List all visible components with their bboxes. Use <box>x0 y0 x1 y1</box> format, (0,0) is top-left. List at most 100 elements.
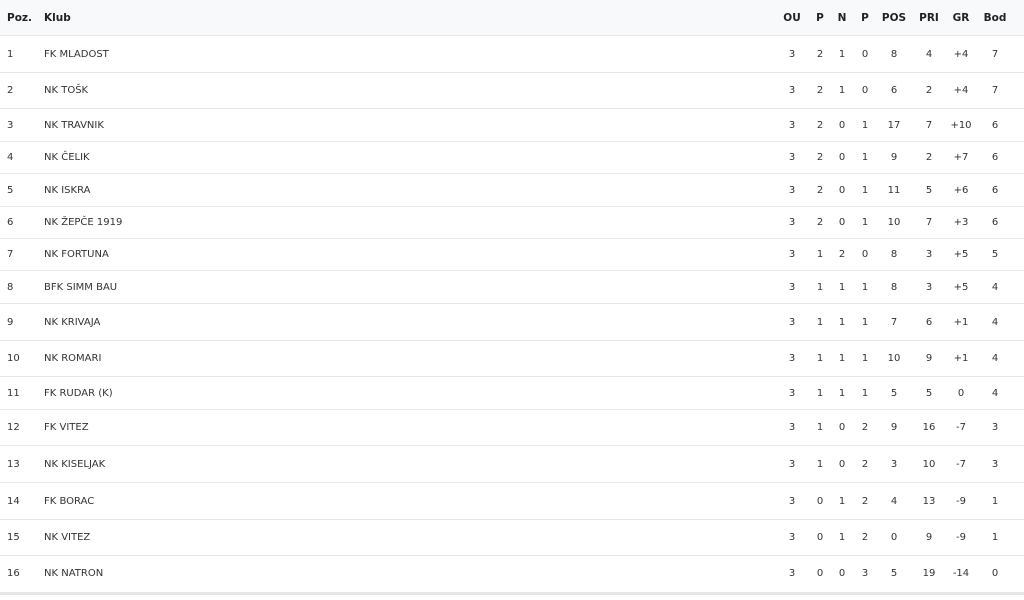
row-goals-for: 8 <box>890 281 898 293</box>
row-goals-for: 0 <box>890 532 898 543</box>
header-played[interactable]: OU <box>777 0 807 35</box>
row-club-name[interactable]: NK VITEZ <box>44 520 90 555</box>
row-club-name[interactable]: NK TRAVNIK <box>44 109 104 141</box>
row-position: 2 <box>7 85 14 96</box>
table-row[interactable]: 6 NK ŽEPČE 1919 3 2 0 1 10 7 +3 6 <box>0 207 1024 239</box>
row-goals-against: 3 <box>925 249 933 260</box>
row-goal-difference: -9 <box>956 495 966 507</box>
row-goals-against: 10 <box>922 458 936 470</box>
row-club-name[interactable]: FK MLADOST <box>44 36 109 72</box>
row-points: 6 <box>991 152 999 163</box>
row-goals-for: 9 <box>890 422 898 433</box>
row-club-name[interactable]: NK NATRON <box>44 556 103 590</box>
row-goal-difference: +4 <box>953 85 969 96</box>
row-goals-against: 9 <box>925 353 933 364</box>
row-goal-difference: +6 <box>953 184 969 196</box>
header-losses[interactable]: P <box>850 0 880 35</box>
table-row[interactable]: 7 NK FORTUNA 3 1 2 0 8 3 +5 5 <box>0 239 1024 271</box>
row-goals-against: 2 <box>925 152 933 163</box>
row-losses: 1 <box>861 119 869 131</box>
row-goals-against: 3 <box>925 281 933 293</box>
row-position: 1 <box>7 48 14 60</box>
row-position: 13 <box>7 458 20 470</box>
row-position: 3 <box>7 119 14 131</box>
header-position[interactable]: Poz. <box>7 0 32 35</box>
row-points: 7 <box>991 48 999 60</box>
row-points: 5 <box>991 249 999 260</box>
row-goals-against: 9 <box>925 532 933 543</box>
row-position: 7 <box>7 249 14 260</box>
row-played: 3 <box>788 249 796 260</box>
table-row[interactable]: 14 FK BORAC 3 0 1 2 4 13 -9 1 <box>0 483 1024 520</box>
row-losses: 1 <box>861 316 869 328</box>
table-header: Poz. Klub OU P N P POS PRI GR Bod <box>0 0 1024 36</box>
row-played: 3 <box>788 458 796 470</box>
row-club-name[interactable]: NK ROMARI <box>44 341 101 376</box>
row-losses: 2 <box>861 495 869 507</box>
row-goal-difference: -7 <box>956 458 966 470</box>
row-goals-against: 2 <box>925 85 933 96</box>
row-club-name[interactable]: NK ŽEPČE 1919 <box>44 207 122 238</box>
row-losses: 0 <box>861 249 869 260</box>
table-row[interactable]: 4 NK ČELIK 3 2 0 1 9 2 +7 6 <box>0 142 1024 174</box>
row-goal-difference: +10 <box>950 119 972 131</box>
row-club-name[interactable]: FK RUDAR (K) <box>44 377 113 409</box>
table-row[interactable]: 12 FK VITEZ 3 1 0 2 9 16 -7 3 <box>0 410 1024 446</box>
table-row[interactable]: 5 NK ISKRA 3 2 0 1 11 5 +6 6 <box>0 174 1024 207</box>
row-played: 3 <box>788 85 796 96</box>
row-club-name[interactable]: FK VITEZ <box>44 410 89 445</box>
row-points: 3 <box>991 458 999 470</box>
table-row[interactable]: 3 NK TRAVNIK 3 2 0 1 17 7 +10 6 <box>0 109 1024 142</box>
row-played: 3 <box>788 119 796 131</box>
row-goals-against: 5 <box>925 184 933 196</box>
table-row[interactable]: 15 NK VITEZ 3 0 1 2 0 9 -9 1 <box>0 520 1024 556</box>
header-points[interactable]: Bod <box>980 0 1010 35</box>
row-goals-for: 5 <box>890 387 898 399</box>
header-goals-for[interactable]: POS <box>879 0 909 35</box>
row-goals-for: 3 <box>890 458 898 470</box>
header-goal-difference[interactable]: GR <box>946 0 976 35</box>
header-goals-against[interactable]: PRI <box>914 0 944 35</box>
row-goals-for: 17 <box>887 119 901 131</box>
row-played: 3 <box>788 495 796 507</box>
row-goals-for: 10 <box>887 217 901 228</box>
row-losses: 1 <box>861 152 869 163</box>
table-row[interactable]: 9 NK KRIVAJA 3 1 1 1 7 6 +1 4 <box>0 304 1024 341</box>
row-position: 10 <box>7 353 20 364</box>
row-goal-difference: -9 <box>956 532 966 543</box>
row-club-name[interactable]: NK KRIVAJA <box>44 304 100 340</box>
row-position: 9 <box>7 316 14 328</box>
table-row[interactable]: 16 NK NATRON 3 0 0 3 5 19 -14 0 <box>0 556 1024 590</box>
table-row[interactable]: 13 NK KISELJAK 3 1 0 2 3 10 -7 3 <box>0 446 1024 483</box>
row-club-name[interactable]: NK TOŠK <box>44 73 88 108</box>
standings-table: Poz. Klub OU P N P POS PRI GR Bod 1 FK ML… <box>0 0 1024 595</box>
row-points: 0 <box>991 567 999 579</box>
row-position: 5 <box>7 184 14 196</box>
row-club-name[interactable]: NK ISKRA <box>44 174 90 206</box>
row-played: 3 <box>788 567 796 579</box>
row-played: 3 <box>788 387 796 399</box>
row-club-name[interactable]: BFK SIMM BAU <box>44 271 117 303</box>
row-points: 6 <box>991 184 999 196</box>
row-goal-difference: +3 <box>953 217 969 228</box>
table-row[interactable]: 8 BFK SIMM BAU 3 1 1 1 8 3 +5 4 <box>0 271 1024 304</box>
row-losses: 1 <box>861 184 869 196</box>
row-losses: 0 <box>861 85 869 96</box>
row-played: 3 <box>788 184 796 196</box>
header-club[interactable]: Klub <box>44 0 71 35</box>
row-points: 6 <box>991 119 999 131</box>
row-club-name[interactable]: NK ČELIK <box>44 142 90 173</box>
row-club-name[interactable]: FK BORAC <box>44 483 94 519</box>
table-row[interactable]: 10 NK ROMARI 3 1 1 1 10 9 +1 4 <box>0 341 1024 377</box>
table-row[interactable]: 2 NK TOŠK 3 2 1 0 6 2 +4 7 <box>0 73 1024 109</box>
row-losses: 1 <box>861 217 869 228</box>
table-row[interactable]: 1 FK MLADOST 3 2 1 0 8 4 +4 7 <box>0 36 1024 73</box>
table-row[interactable]: 11 FK RUDAR (K) 3 1 1 1 5 5 0 4 <box>0 377 1024 410</box>
row-points: 4 <box>991 281 999 293</box>
row-goals-for: 8 <box>890 48 898 60</box>
row-position: 15 <box>7 532 20 543</box>
row-club-name[interactable]: NK FORTUNA <box>44 239 109 270</box>
row-goal-difference: +1 <box>953 316 969 328</box>
row-club-name[interactable]: NK KISELJAK <box>44 446 105 482</box>
row-played: 3 <box>788 281 796 293</box>
